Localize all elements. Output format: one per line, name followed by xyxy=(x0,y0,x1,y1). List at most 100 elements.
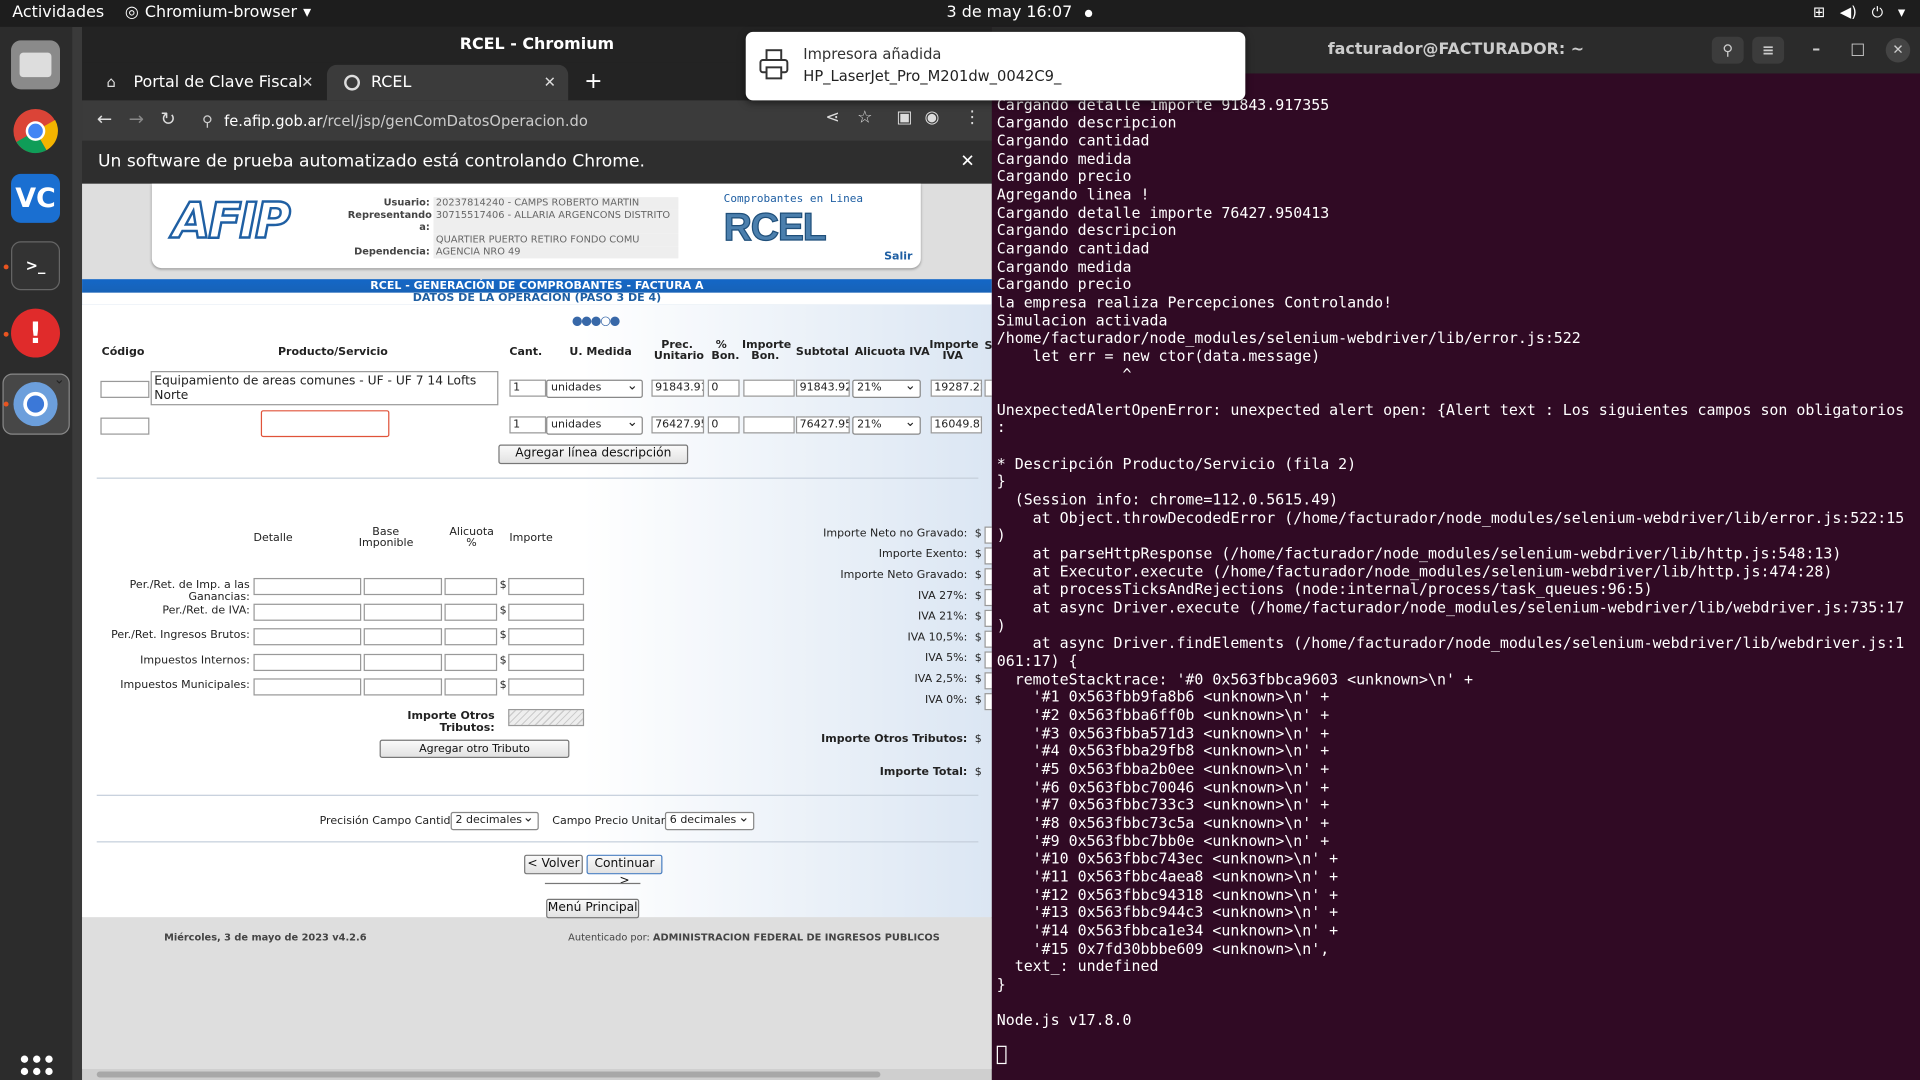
hamburger-menu-icon[interactable]: ≡ xyxy=(1752,36,1785,64)
tributo-detalle-input[interactable] xyxy=(253,653,362,671)
importe-bon-input-2[interactable] xyxy=(743,416,795,434)
close-tab-icon[interactable]: ✕ xyxy=(544,65,556,101)
cant-input-2[interactable]: 1 xyxy=(509,416,547,434)
side-panel-icon[interactable]: ▣ xyxy=(896,108,912,128)
close-icon[interactable]: ✕ xyxy=(1885,37,1911,63)
clock[interactable]: 3 de may 16:07 xyxy=(947,4,1092,22)
tributo-detalle-input[interactable] xyxy=(253,678,362,696)
currency-symbol: $ xyxy=(974,569,982,582)
tributo-base-input[interactable] xyxy=(363,628,443,646)
chrome-icon[interactable] xyxy=(11,107,60,156)
vscode-icon[interactable]: VC xyxy=(11,173,61,223)
total-field xyxy=(984,693,992,711)
tributo-detalle-input[interactable] xyxy=(253,577,362,596)
terminal-icon[interactable]: >_ xyxy=(11,241,61,291)
precio-input-1[interactable]: 91843.917 xyxy=(651,379,705,397)
automation-infobar: Un software de prueba automatizado está … xyxy=(82,140,992,184)
datos-operacion-form: ●●●○● Código Producto/Servicio Cant. U. … xyxy=(82,304,992,919)
medida-select-1[interactable]: unidades xyxy=(546,377,643,398)
horizontal-scrollbar[interactable] xyxy=(82,1068,992,1080)
bookmark-star-icon[interactable]: ☆ xyxy=(857,108,872,128)
alicuota-select-2[interactable]: 21% xyxy=(852,414,921,435)
tributo-alicuota-input[interactable] xyxy=(444,628,498,646)
site-info-icon[interactable]: ⚲ xyxy=(202,107,213,136)
volume-icon: ◀) xyxy=(1839,3,1857,21)
total-label: Importe Neto no Gravado: xyxy=(823,527,968,541)
importe-bon-input-1[interactable] xyxy=(743,379,795,397)
user-info: Usuario: 20237814240 - CAMPS ROBERTO MART… xyxy=(348,197,679,259)
app-menu[interactable]: ◎ Chromium-browser ▾ xyxy=(125,4,311,22)
col-s: S xyxy=(984,340,992,353)
currency-symbol: $ xyxy=(974,590,982,603)
bon-input-1[interactable]: 0 xyxy=(707,379,740,397)
tributo-importe-input[interactable] xyxy=(508,603,585,621)
new-tab-icon[interactable]: + xyxy=(584,69,602,95)
total-label: IVA 2,5%: xyxy=(914,673,968,686)
producto-textarea-1[interactable]: Equipamiento de areas comunes - UF - UF … xyxy=(150,371,499,406)
back-icon[interactable]: ← xyxy=(97,108,112,130)
volver-button[interactable]: < Volver xyxy=(524,854,583,875)
currency-symbol: $ xyxy=(499,654,507,667)
currency-symbol: $ xyxy=(974,652,982,665)
tributo-importe-input[interactable] xyxy=(508,577,585,596)
tab-portal-clave-fiscal[interactable]: ⌂ Portal de Clave Fiscal ✕ xyxy=(89,65,325,101)
terminal-output[interactable]: Cambiando decimales a 6 Cargando detalle… xyxy=(997,78,1915,1029)
system-tray[interactable]: ⊞ ◀) ⏻ ▾ xyxy=(1813,4,1905,22)
tributo-importe-input[interactable] xyxy=(508,653,585,671)
codigo-input-1[interactable] xyxy=(100,380,150,398)
activities-button[interactable]: Actividades xyxy=(12,4,104,22)
precision-precio-select[interactable]: 6 decimales xyxy=(664,809,755,831)
salir-link[interactable]: Salir xyxy=(884,251,912,263)
search-icon[interactable]: ⚲ xyxy=(1711,36,1744,64)
extra-input-1[interactable] xyxy=(984,379,992,397)
network-icon: ⊞ xyxy=(1812,3,1826,21)
forward-icon[interactable]: → xyxy=(129,108,144,130)
codigo-input-2[interactable] xyxy=(100,417,150,435)
alicuota-select-1[interactable]: 21% xyxy=(852,377,921,398)
tributo-alicuota-input[interactable] xyxy=(444,577,498,596)
tributo-alicuota-input[interactable] xyxy=(444,653,498,671)
close-tab-icon[interactable]: ✕ xyxy=(301,65,313,101)
maximize-icon[interactable]: □ xyxy=(1850,27,1865,74)
menu-kebab-icon[interactable]: ⋮ xyxy=(964,108,981,128)
tributo-base-input[interactable] xyxy=(363,603,443,621)
profile-icon[interactable]: ◉ xyxy=(924,108,939,128)
producto-textarea-2[interactable] xyxy=(260,410,390,438)
tributo-alicuota-input[interactable] xyxy=(444,678,498,696)
bon-input-2[interactable]: 0 xyxy=(707,416,740,434)
tab-rcel[interactable]: RCEL ✕ xyxy=(326,64,569,101)
address-bar[interactable]: ⚲ fe.afip.gob.ar/rcel/jsp/genComDatosOper… xyxy=(197,107,834,136)
tributo-importe-input[interactable] xyxy=(508,678,585,696)
agregar-tributo-button[interactable]: Agregar otro Tributo xyxy=(379,739,570,758)
close-infobar-icon[interactable]: ✕ xyxy=(960,141,974,184)
tributo-alicuota-input[interactable] xyxy=(444,603,498,621)
reload-icon[interactable]: ↻ xyxy=(160,108,175,130)
medida-select-2[interactable]: unidades xyxy=(546,414,643,435)
tributo-base-input[interactable] xyxy=(363,678,443,696)
agregar-linea-button[interactable]: Agregar línea descripción xyxy=(498,444,689,465)
share-icon[interactable]: ⋖ xyxy=(825,108,839,128)
cant-input-1[interactable]: 1 xyxy=(509,379,547,397)
show-apps-icon[interactable] xyxy=(20,1055,53,1080)
tributo-importe-input[interactable] xyxy=(508,628,585,646)
printer-notification[interactable]: Impresora añadida HP_LaserJet_Pro_M201dw… xyxy=(745,31,1246,101)
precio-input-2[interactable]: 76427.950 xyxy=(651,416,705,434)
chromium-dock-icon[interactable] xyxy=(11,380,60,429)
divider xyxy=(96,841,979,843)
total-label: Importe Neto Gravado: xyxy=(840,569,968,582)
tributo-detalle-input[interactable] xyxy=(253,628,362,646)
tributo-base-input[interactable] xyxy=(363,577,443,596)
menu-principal-button[interactable]: Menú Principal xyxy=(546,898,640,919)
caret-down-icon: ▾ xyxy=(303,3,312,23)
continuar-button[interactable]: Continuar > xyxy=(586,854,663,888)
total-label: IVA 27%: xyxy=(918,590,968,603)
notification-title: Impresora añadida xyxy=(803,45,942,63)
tributo-label: Impuestos Municipales: xyxy=(120,679,250,692)
minimize-icon[interactable]: – xyxy=(1812,27,1820,74)
tributo-base-input[interactable] xyxy=(363,653,443,671)
tributo-detalle-input[interactable] xyxy=(253,603,362,621)
files-icon[interactable] xyxy=(11,40,61,90)
scrollbar-thumb[interactable] xyxy=(96,1071,881,1078)
update-alert-icon[interactable]: ! xyxy=(11,308,61,358)
precision-cantidad-select[interactable]: 2 decimales xyxy=(450,809,539,831)
